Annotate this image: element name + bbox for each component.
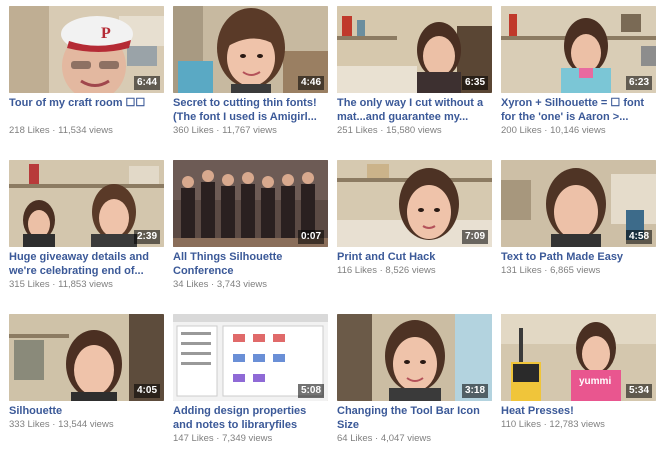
- meta-separator: ·: [49, 125, 59, 136]
- video-views: 11,534 views: [58, 125, 113, 136]
- video-title[interactable]: Print and Cut Hack: [337, 250, 492, 264]
- meta-separator: ·: [213, 125, 223, 136]
- video-card[interactable]: 2:39 Huge giveaway details and we're cel…: [9, 160, 164, 312]
- meta-separator: ·: [372, 433, 381, 444]
- video-thumbnail[interactable]: 5:08: [173, 314, 328, 401]
- video-likes: 147 Likes: [173, 433, 214, 444]
- video-grid: P 6:44 Tour of my craft room ☐☐ 218 Like…: [0, 0, 663, 458]
- video-likes: 333 Likes: [9, 419, 50, 430]
- video-likes: 131 Likes: [501, 265, 542, 276]
- video-title[interactable]: Text to Path Made Easy: [501, 250, 656, 264]
- video-thumbnail[interactable]: 3:18: [337, 314, 492, 401]
- video-likes: 218 Likes: [9, 125, 50, 136]
- video-likes: 64 Likes: [337, 433, 373, 444]
- video-meta: 251 Likes · 15,580 views: [337, 125, 492, 137]
- video-title[interactable]: Adding design properties and notes to li…: [173, 404, 328, 432]
- video-title[interactable]: Changing the Tool Bar Icon Size: [337, 404, 492, 432]
- video-meta: 315 Likes · 11,853 views: [9, 279, 164, 291]
- video-views: 11,767 views: [222, 125, 277, 136]
- video-meta: 110 Likes · 12,783 views: [501, 419, 656, 431]
- video-duration: 3:18: [461, 384, 488, 398]
- video-duration: 5:08: [297, 384, 324, 398]
- video-meta: 360 Likes · 11,767 views: [173, 125, 328, 137]
- video-duration: 6:44: [133, 76, 160, 90]
- video-thumbnail[interactable]: 4:46: [173, 6, 328, 93]
- video-views: 6,865 views: [550, 265, 601, 276]
- video-duration: 4:05: [133, 384, 160, 398]
- meta-separator: ·: [208, 279, 217, 290]
- video-duration: 4:46: [297, 76, 324, 90]
- video-title[interactable]: Heat Presses!: [501, 404, 656, 418]
- video-thumbnail[interactable]: 6:23: [501, 6, 656, 93]
- video-views: 11,853 views: [58, 279, 113, 290]
- video-card[interactable]: 3:18 Changing the Tool Bar Icon Size 64 …: [337, 314, 492, 466]
- video-meta: 218 Likes · 11,534 views: [9, 125, 164, 137]
- video-thumbnail[interactable]: P 6:44: [9, 6, 164, 93]
- video-duration: 5:34: [625, 384, 652, 398]
- video-duration: 2:39: [133, 230, 160, 244]
- video-title[interactable]: The only way I cut without a mat...and g…: [337, 96, 492, 124]
- svg-text:P: P: [101, 25, 111, 42]
- video-card[interactable]: 4:05 Silhouette 333 Likes · 13,544 views: [9, 314, 164, 466]
- video-likes: 315 Likes: [9, 279, 50, 290]
- meta-separator: ·: [377, 125, 387, 136]
- meta-separator: ·: [541, 265, 551, 276]
- video-card[interactable]: 0:07 All Things Silhouette Conference 34…: [173, 160, 328, 312]
- meta-separator: ·: [49, 419, 59, 430]
- video-views: 12,783 views: [549, 419, 605, 430]
- video-meta: 64 Likes · 4,047 views: [337, 433, 492, 445]
- video-views: 3,743 views: [216, 279, 268, 290]
- video-views: 15,580 views: [386, 125, 442, 136]
- video-views: 10,146 views: [550, 125, 606, 136]
- video-card[interactable]: yummi 5:34 Heat Presses! 110 Likes · 12,…: [501, 314, 656, 466]
- video-duration: 4:58: [625, 230, 652, 244]
- svg-text:yummi: yummi: [579, 376, 611, 387]
- video-likes: 251 Likes: [337, 125, 378, 136]
- video-meta: 333 Likes · 13,544 views: [9, 419, 164, 431]
- video-thumbnail[interactable]: 4:05: [9, 314, 164, 401]
- video-title[interactable]: Huge giveaway details and we're celebrat…: [9, 250, 164, 278]
- meta-separator: ·: [49, 279, 59, 290]
- video-likes: 200 Likes: [501, 125, 542, 136]
- video-card[interactable]: 5:08 Adding design properties and notes …: [173, 314, 328, 466]
- video-title[interactable]: Silhouette: [9, 404, 164, 418]
- video-thumbnail[interactable]: 6:35: [337, 6, 492, 93]
- video-title[interactable]: Secret to cutting thin fonts! (The font …: [173, 96, 328, 124]
- video-meta: 147 Likes · 7,349 views: [173, 433, 328, 445]
- video-title[interactable]: All Things Silhouette Conference: [173, 250, 328, 278]
- video-card[interactable]: 6:23 Xyron + Silhouette = ☐ font for the…: [501, 6, 656, 158]
- video-card[interactable]: P 6:44 Tour of my craft room ☐☐ 218 Like…: [9, 6, 164, 158]
- video-thumbnail[interactable]: 0:07: [173, 160, 328, 247]
- video-likes: 360 Likes: [173, 125, 214, 136]
- video-duration: 6:23: [625, 76, 652, 90]
- video-thumbnail[interactable]: 7:09: [337, 160, 492, 247]
- video-likes: 110 Likes: [501, 419, 541, 430]
- video-duration: 7:09: [461, 230, 488, 244]
- video-views: 7,349 views: [222, 433, 273, 444]
- video-meta: 34 Likes · 3,743 views: [173, 279, 328, 291]
- video-thumbnail[interactable]: 4:58: [501, 160, 656, 247]
- video-meta: 116 Likes · 8,526 views: [337, 265, 492, 277]
- video-views: 13,544 views: [58, 419, 114, 430]
- video-meta: 131 Likes · 6,865 views: [501, 265, 656, 277]
- video-duration: 6:35: [461, 76, 488, 90]
- video-card[interactable]: 4:46 Secret to cutting thin fonts! (The …: [173, 6, 328, 158]
- video-card[interactable]: 6:35 The only way I cut without a mat...…: [337, 6, 492, 158]
- video-card[interactable]: 4:58 Text to Path Made Easy 131 Likes · …: [501, 160, 656, 312]
- video-card[interactable]: 7:09 Print and Cut Hack 116 Likes · 8,52…: [337, 160, 492, 312]
- video-likes: 116 Likes: [337, 265, 377, 276]
- video-views: 4,047 views: [380, 433, 432, 444]
- video-title[interactable]: Tour of my craft room ☐☐: [9, 96, 164, 110]
- meta-separator: ·: [213, 433, 223, 444]
- video-thumbnail[interactable]: 2:39: [9, 160, 164, 247]
- video-views: 8,526 views: [385, 265, 436, 276]
- meta-separator: ·: [541, 125, 551, 136]
- video-title[interactable]: Xyron + Silhouette = ☐ font for the 'one…: [501, 96, 656, 124]
- video-likes: 34 Likes: [173, 279, 209, 290]
- video-meta: 200 Likes · 10,146 views: [501, 125, 656, 137]
- video-thumbnail[interactable]: yummi 5:34: [501, 314, 656, 401]
- video-duration: 0:07: [297, 230, 324, 244]
